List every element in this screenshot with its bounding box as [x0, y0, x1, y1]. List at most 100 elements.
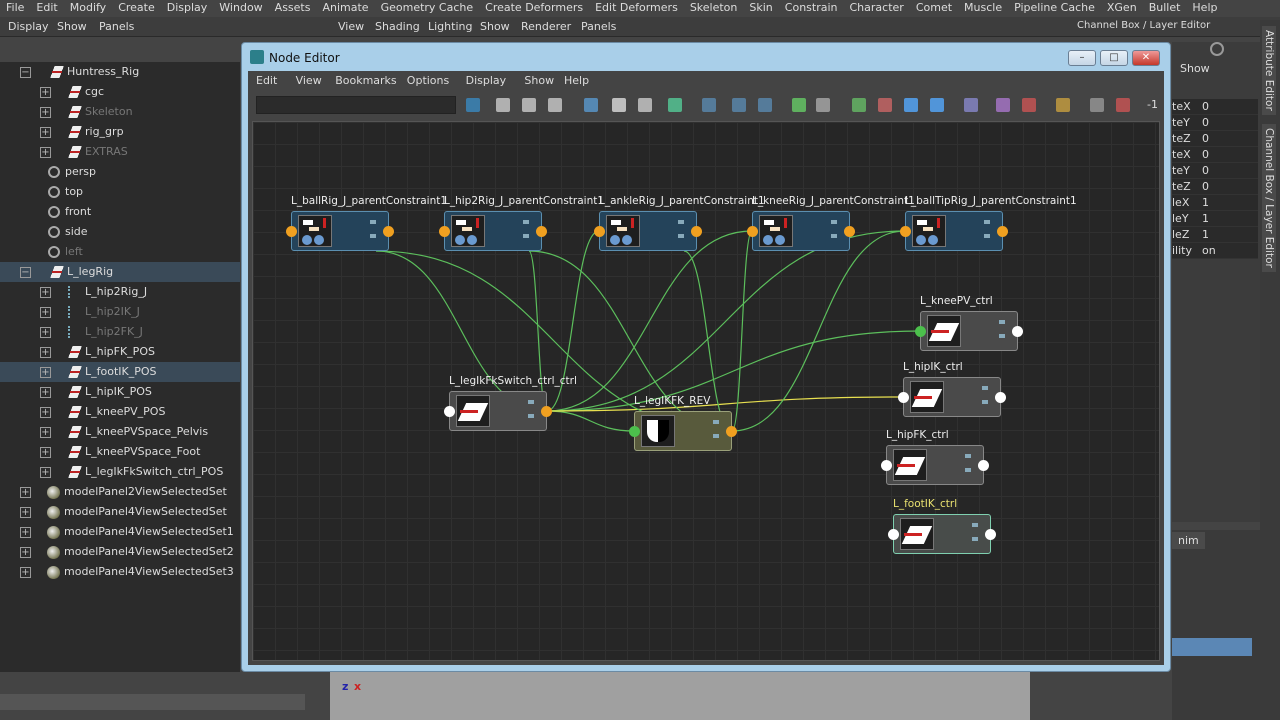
attribute-port-icon[interactable] [523, 234, 529, 238]
outliner-scrollbar[interactable] [0, 694, 305, 710]
previous-bookmark-icon[interactable] [904, 98, 918, 112]
outliner-item[interactable]: persp [0, 162, 240, 182]
node-search-field[interactable] [256, 96, 456, 114]
output-port[interactable] [985, 529, 996, 540]
attribute-port-icon[interactable] [982, 386, 988, 390]
attribute-port-icon[interactable] [984, 234, 990, 238]
expand-icon[interactable]: + [40, 467, 51, 478]
outliner-menu-display[interactable]: Display [8, 20, 49, 33]
attribute-port-icon[interactable] [523, 220, 529, 224]
channel-row[interactable]: teZ 0 [1172, 179, 1258, 195]
channel-row[interactable]: teX 0 [1172, 99, 1258, 115]
both-connections-icon[interactable] [522, 98, 536, 112]
viewport[interactable]: z x [330, 672, 1030, 720]
node-ballRig[interactable] [286, 211, 394, 251]
channel-value[interactable]: 1 [1202, 211, 1209, 227]
menu-file[interactable]: File [0, 0, 30, 17]
input-port[interactable] [747, 226, 758, 237]
menu-create[interactable]: Create [112, 0, 161, 17]
outliner-item[interactable]: + modelPanel4ViewSelectedSet [0, 502, 240, 522]
menu-xgen[interactable]: XGen [1101, 0, 1143, 17]
output-port[interactable] [1012, 326, 1023, 337]
outliner-item[interactable]: + L_footIK_POS [0, 362, 240, 382]
channel-value[interactable]: 0 [1202, 99, 1209, 115]
channel-row[interactable]: leZ 1 [1172, 227, 1258, 243]
output-port[interactable] [383, 226, 394, 237]
channel-value[interactable]: 1 [1202, 227, 1209, 243]
outliner-item[interactable]: + modelPanel4ViewSelectedSet3 [0, 562, 240, 582]
dots-icon[interactable] [1090, 98, 1104, 112]
maximize-button[interactable]: □ [1100, 50, 1128, 66]
menu-modify[interactable]: Modify [64, 0, 112, 17]
output-connections-icon[interactable] [548, 98, 562, 112]
menu-geometry-cache[interactable]: Geometry Cache [375, 0, 480, 17]
expand-icon[interactable]: + [40, 427, 51, 438]
viewport-menu-view[interactable]: View [338, 20, 364, 33]
menu-assets[interactable]: Assets [269, 0, 317, 17]
input-port[interactable] [594, 226, 605, 237]
outliner-item[interactable]: + Skeleton [0, 102, 240, 122]
channel-value[interactable]: 0 [1202, 147, 1209, 163]
expand-icon[interactable]: + [40, 127, 51, 138]
input-port[interactable] [629, 426, 640, 437]
menu-bullet[interactable]: Bullet [1143, 0, 1187, 17]
outliner-menu-panels[interactable]: Panels [99, 20, 134, 33]
connection-edge[interactable] [731, 230, 753, 432]
menu-comet[interactable]: Comet [910, 0, 958, 17]
attribute-port-icon[interactable] [713, 420, 719, 424]
outliner-item[interactable]: top [0, 182, 240, 202]
expand-icon[interactable]: + [40, 87, 51, 98]
input-port[interactable] [286, 226, 297, 237]
viewport-menu-renderer[interactable]: Renderer [521, 20, 571, 33]
channel-value[interactable]: 0 [1202, 179, 1209, 195]
outliner-item[interactable]: + modelPanel2ViewSelectedSet [0, 482, 240, 502]
attribute-port-icon[interactable] [831, 234, 837, 238]
channel-row[interactable]: teY 0 [1172, 163, 1258, 179]
node-editor-menu-view[interactable]: View [296, 74, 322, 87]
node-editor-menu-bookmarks[interactable]: Bookmarks [335, 74, 396, 87]
node-hipIK[interactable] [898, 377, 1006, 417]
attribute-port-icon[interactable] [678, 234, 684, 238]
input-connections-icon[interactable] [496, 98, 510, 112]
outliner-item[interactable]: − Huntress_Rig [0, 62, 240, 82]
menu-edit[interactable]: Edit [30, 0, 63, 17]
input-port[interactable] [444, 406, 455, 417]
node-hipFK[interactable] [881, 445, 989, 485]
output-port[interactable] [726, 426, 737, 437]
expand-icon[interactable]: + [20, 547, 31, 558]
menu-create-deformers[interactable]: Create Deformers [479, 0, 589, 17]
input-port[interactable] [898, 392, 909, 403]
input-port[interactable] [881, 460, 892, 471]
collapse-icon[interactable]: − [20, 67, 31, 78]
channel-value[interactable]: 1 [1202, 195, 1209, 211]
outliner-item[interactable]: + modelPanel4ViewSelectedSet2 [0, 542, 240, 562]
viewport-menu-lighting[interactable]: Lighting [428, 20, 472, 33]
channel-value[interactable]: 0 [1202, 115, 1209, 131]
remove-selected-icon[interactable] [638, 98, 652, 112]
outliner-item[interactable]: + L_kneePV_POS [0, 402, 240, 422]
channel-value[interactable]: on [1202, 243, 1216, 259]
close-button[interactable]: ✕ [1132, 50, 1160, 66]
expand-icon[interactable]: + [40, 367, 51, 378]
attribute-port-icon[interactable] [831, 220, 837, 224]
output-port[interactable] [997, 226, 1008, 237]
node-ballTipRig[interactable] [900, 211, 1008, 251]
selected-layer-row[interactable] [1172, 638, 1252, 656]
rearrange-graph-icon[interactable] [668, 98, 682, 112]
attribute-port-icon[interactable] [965, 454, 971, 458]
node-kneeRig[interactable] [747, 211, 855, 251]
expand-icon[interactable]: + [40, 387, 51, 398]
node-editor-menu-help[interactable]: Help [564, 74, 589, 87]
attribute-port-icon[interactable] [528, 400, 534, 404]
channel-row[interactable]: leY 1 [1172, 211, 1258, 227]
attribute-port-icon[interactable] [972, 523, 978, 527]
shading-off-icon[interactable] [996, 98, 1010, 112]
menu-skin[interactable]: Skin [743, 0, 778, 17]
input-port[interactable] [900, 226, 911, 237]
channel-row[interactable]: leX 1 [1172, 195, 1258, 211]
connection-edge[interactable] [546, 230, 753, 412]
menu-display[interactable]: Display [161, 0, 214, 17]
viewport-menu-panels[interactable]: Panels [581, 20, 616, 33]
input-port[interactable] [439, 226, 450, 237]
expand-icon[interactable]: + [40, 447, 51, 458]
